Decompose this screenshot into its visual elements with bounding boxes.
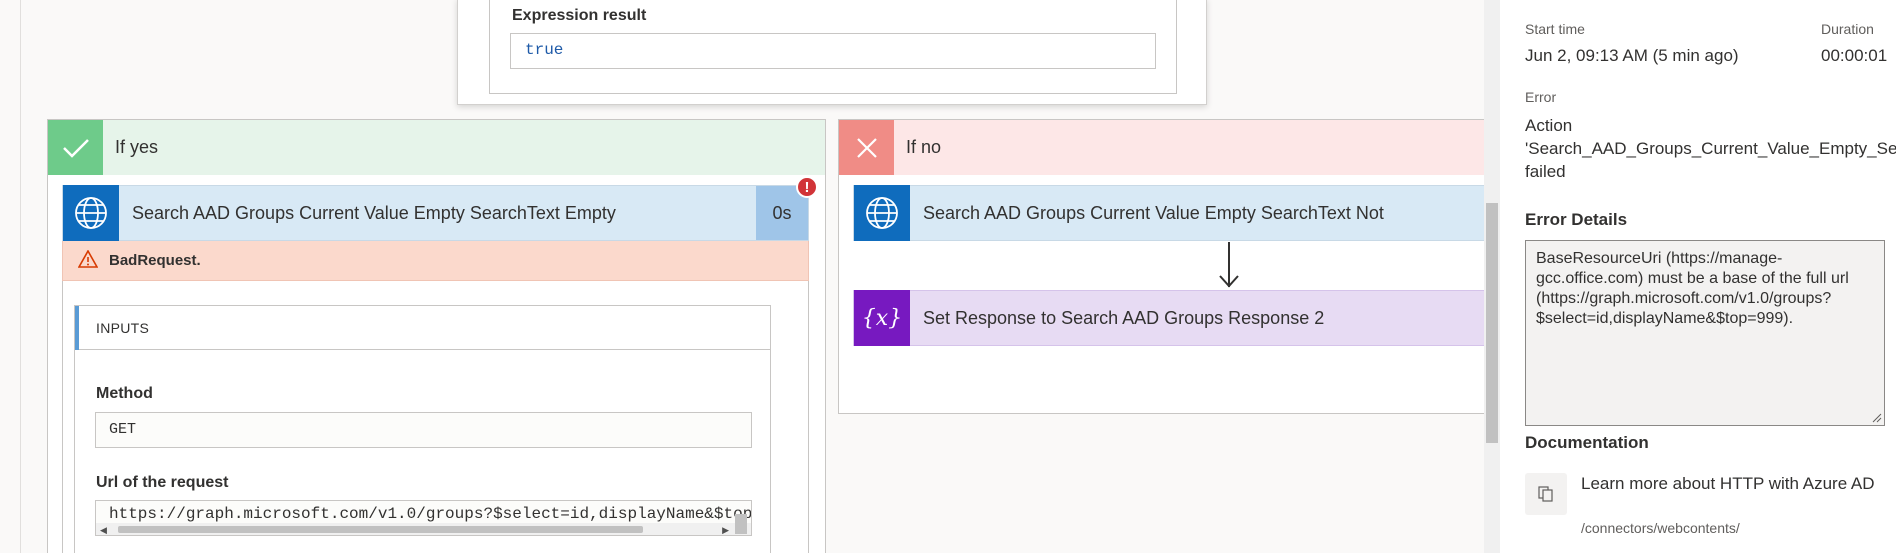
globe-icon (854, 185, 910, 241)
action-card-set-response[interactable]: {x} Set Response to Search AAD Groups Re… (853, 290, 1484, 346)
inputs-accent-bar (75, 306, 79, 350)
duration-label: Duration (1821, 21, 1874, 37)
condition-card: Expression result true (457, 0, 1207, 105)
url-value: https://graph.microsoft.com/v1.0/groups?… (109, 505, 752, 523)
scroll-left-icon[interactable]: ◀ (100, 525, 107, 535)
method-label: Method (96, 385, 153, 402)
close-icon (839, 120, 894, 175)
start-time-label: Start time (1525, 21, 1585, 37)
action-title: Search AAD Groups Current Value Empty Se… (132, 202, 616, 223)
branch-yes-header[interactable]: If yes (48, 120, 825, 175)
canvas-guide-line (20, 0, 21, 553)
error-banner: BadRequest. (62, 241, 809, 281)
resize-grip-icon[interactable] (1872, 413, 1882, 423)
action-card-search-not[interactable]: Search AAD Groups Current Value Empty Se… (853, 185, 1484, 241)
designer-canvas: Expression result true If yes Search AAD… (0, 0, 1484, 553)
action-title: Set Response to Search AAD Groups Respon… (923, 307, 1325, 328)
expression-result-box: true (510, 33, 1156, 69)
expression-result-value: true (525, 41, 564, 59)
error-line: 'Search_AAD_Groups_Current_Value_Empty_S… (1525, 139, 1896, 158)
expression-panel: Expression result true (489, 0, 1177, 94)
warning-icon (77, 249, 99, 273)
start-time-value: Jun 2, 09:13 AM (5 min ago) (1525, 46, 1739, 65)
canvas-vertical-scrollbar[interactable] (1484, 0, 1500, 553)
error-details-text: BaseResourceUri (https://manage-gcc.offi… (1536, 250, 1849, 327)
scrollbar-thumb[interactable] (118, 526, 643, 533)
error-line: Action (1525, 116, 1573, 135)
branch-if-yes: If yes Search AAD Groups Current Value E… (47, 119, 826, 553)
check-icon (48, 120, 103, 175)
inputs-title: INPUTS (96, 320, 150, 336)
action-title: Search AAD Groups Current Value Empty Se… (923, 202, 1384, 223)
inputs-card: INPUTS Method GET Url of the request htt… (74, 305, 771, 553)
action-card-search-empty[interactable]: Search AAD Groups Current Value Empty Se… (62, 185, 809, 241)
branch-no-title: If no (906, 137, 942, 157)
run-details-panel: Start time Jun 2, 09:13 AM (5 min ago) D… (1500, 0, 1896, 553)
duration-value: 00:00:01 (1821, 46, 1888, 65)
expression-result-label: Expression result (512, 7, 647, 24)
scroll-right-icon[interactable]: ▶ (722, 525, 729, 535)
branch-if-no: If no Search AAD Groups Current Value Em… (838, 119, 1484, 414)
resize-grip-icon[interactable] (735, 514, 747, 534)
method-field[interactable]: GET (95, 412, 752, 448)
scrollbar-thumb[interactable] (1486, 203, 1498, 443)
documentation-path: /connectors/webcontents/ (1581, 520, 1740, 536)
document-icon (1525, 473, 1567, 515)
variable-icon: {x} (854, 290, 910, 346)
error-details-heading: Error Details (1525, 210, 1628, 229)
error-banner-text: BadRequest. (109, 252, 201, 269)
url-field[interactable]: https://graph.microsoft.com/v1.0/groups?… (95, 500, 752, 536)
error-details-box[interactable]: BaseResourceUri (https://manage-gcc.offi… (1525, 240, 1885, 426)
branch-no-header[interactable]: If no (839, 120, 1484, 175)
arrow-down-icon (1219, 275, 1239, 288)
inputs-header[interactable]: INPUTS (75, 306, 770, 350)
error-badge-icon: ! (796, 176, 818, 198)
documentation-link[interactable]: Learn more about HTTP with Azure AD (1581, 472, 1881, 495)
branch-yes-title: If yes (115, 137, 159, 157)
url-label: Url of the request (96, 474, 229, 491)
globe-icon (63, 185, 119, 241)
url-horizontal-scrollbar[interactable]: ◀ ▶ (96, 523, 751, 535)
method-value: GET (109, 421, 137, 438)
error-line: failed (1525, 162, 1566, 181)
error-label: Error (1525, 89, 1557, 105)
error-message: Action 'Search_AAD_Groups_Current_Value_… (1525, 114, 1896, 183)
documentation-heading: Documentation (1525, 433, 1649, 452)
